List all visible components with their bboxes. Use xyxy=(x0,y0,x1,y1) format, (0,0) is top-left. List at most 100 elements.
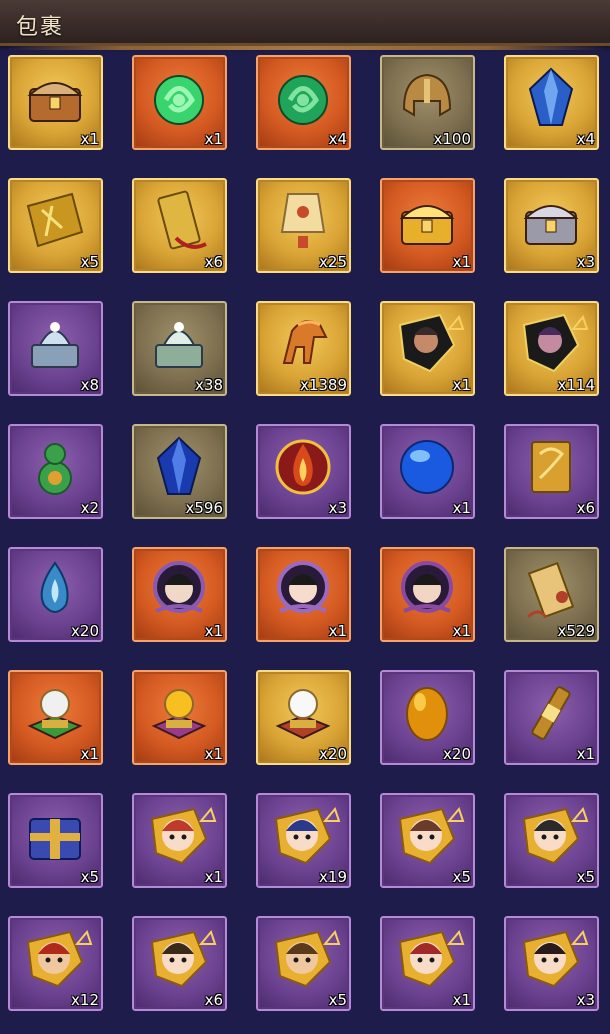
item-slot-green-gourd[interactable]: x2 xyxy=(8,424,103,519)
shard-marker-icon xyxy=(570,929,589,946)
shard-marker-icon xyxy=(322,929,341,946)
golden-dragon-chest-icon xyxy=(394,188,460,254)
orb-pedestal-portrait-icon xyxy=(22,680,88,746)
item-slot-orb-pedestal-gold[interactable]: x1 xyxy=(132,670,227,765)
sky-lantern-icon xyxy=(270,188,336,254)
item-slot-hero-shard-warrior[interactable]: x1 xyxy=(380,301,475,396)
item-count: x38 xyxy=(195,376,223,394)
item-count: x1 xyxy=(80,745,99,763)
blue-orb-icon xyxy=(394,434,460,500)
shard-marker-icon xyxy=(570,314,589,331)
item-slot-silver-beast-chest[interactable]: x3 xyxy=(504,178,599,273)
item-count: x3 xyxy=(576,991,595,1009)
item-slot-gold-scroll-fragment[interactable]: x5 xyxy=(8,178,103,273)
item-slot-chibi-hero-fragment-6[interactable]: x6 xyxy=(132,916,227,1011)
item-count: x3 xyxy=(576,253,595,271)
item-slot-gold-book[interactable]: x6 xyxy=(504,424,599,519)
item-slot-blue-gift-box[interactable]: x5 xyxy=(8,793,103,888)
green-jade-pendant-icon xyxy=(146,65,212,131)
item-slot-blue-spirit-flame[interactable]: x20 xyxy=(8,547,103,642)
silver-qilin-seal-icon xyxy=(22,311,88,377)
shard-marker-icon xyxy=(570,806,589,823)
item-count: x8 xyxy=(80,376,99,394)
treasure-chest-icon xyxy=(22,65,88,131)
item-count: x6 xyxy=(204,253,223,271)
item-count: x1389 xyxy=(299,376,347,394)
item-count: x1 xyxy=(204,868,223,886)
item-slot-orb-pedestal-portrait[interactable]: x1 xyxy=(8,670,103,765)
orb-pedestal-pearl-icon xyxy=(270,680,336,746)
item-count: x1 xyxy=(452,376,471,394)
item-slot-jade-ring[interactable]: x4 xyxy=(256,55,351,150)
jade-ring-icon xyxy=(270,65,336,131)
item-count: x20 xyxy=(71,622,99,640)
shard-marker-icon xyxy=(446,806,465,823)
gold-book-icon xyxy=(518,434,584,500)
item-slot-chibi-hero-fragment-2[interactable]: x19 xyxy=(256,793,351,888)
item-count: x5 xyxy=(576,868,595,886)
item-slot-chibi-hero-fragment-8[interactable]: x1 xyxy=(380,916,475,1011)
item-slot-chibi-hero-fragment-5[interactable]: x12 xyxy=(8,916,103,1011)
silver-beast-chest-icon xyxy=(518,188,584,254)
item-slot-flame-emblem[interactable]: x3 xyxy=(256,424,351,519)
item-slot-silver-qilin-seal[interactable]: x8 xyxy=(8,301,103,396)
item-slot-blue-orb[interactable]: x1 xyxy=(380,424,475,519)
item-count: x19 xyxy=(319,868,347,886)
item-count: x6 xyxy=(204,991,223,1009)
item-slot-jade-pearl-seal[interactable]: x38 xyxy=(132,301,227,396)
portrait-lady-1-icon xyxy=(146,557,212,623)
item-count: x1 xyxy=(452,991,471,1009)
item-slot-orb-pedestal-pearl[interactable]: x20 xyxy=(256,670,351,765)
item-count: x6 xyxy=(576,499,595,517)
item-slot-chibi-hero-fragment-4[interactable]: x5 xyxy=(504,793,599,888)
item-slot-gold-token[interactable]: x6 xyxy=(132,178,227,273)
item-slot-hero-shard-sorceress[interactable]: x114 xyxy=(504,301,599,396)
item-slot-golden-egg[interactable]: x20 xyxy=(380,670,475,765)
item-slot-chibi-hero-fragment-7[interactable]: x5 xyxy=(256,916,351,1011)
item-slot-treasure-chest[interactable]: x1 xyxy=(8,55,103,150)
decree-scroll-icon xyxy=(518,557,584,623)
item-count: x5 xyxy=(328,991,347,1009)
inventory-grid: x1 x1 x4 x100 x4 x5 x6 x25 x1 x3 x8 x38 x1389 x1 x114 x… xyxy=(0,0,610,1034)
item-slot-sky-lantern[interactable]: x25 xyxy=(256,178,351,273)
gold-horse-emblem-icon xyxy=(270,311,336,377)
item-count: x5 xyxy=(452,868,471,886)
item-slot-blue-crystal[interactable]: x4 xyxy=(504,55,599,150)
orb-pedestal-gold-icon xyxy=(146,680,212,746)
item-count: x1 xyxy=(328,622,347,640)
item-slot-chibi-hero-fragment-9[interactable]: x3 xyxy=(504,916,599,1011)
item-count: x529 xyxy=(557,622,595,640)
item-slot-decree-scroll[interactable]: x529 xyxy=(504,547,599,642)
item-count: x12 xyxy=(71,991,99,1009)
gold-scroll-fragment-icon xyxy=(22,188,88,254)
item-slot-bronze-helmet[interactable]: x100 xyxy=(380,55,475,150)
gold-token-icon xyxy=(146,188,212,254)
jade-pearl-seal-icon xyxy=(146,311,212,377)
item-slot-golden-dragon-chest[interactable]: x1 xyxy=(380,178,475,273)
item-slot-portrait-lady-2[interactable]: x1 xyxy=(256,547,351,642)
shard-marker-icon xyxy=(446,314,465,331)
item-slot-gold-horse-emblem[interactable]: x1389 xyxy=(256,301,351,396)
portrait-lady-3-icon xyxy=(394,557,460,623)
item-slot-portrait-lady-1[interactable]: x1 xyxy=(132,547,227,642)
item-count: x1 xyxy=(576,745,595,763)
item-count: x1 xyxy=(452,622,471,640)
shard-marker-icon xyxy=(322,806,341,823)
item-count: x1 xyxy=(452,253,471,271)
item-count: x20 xyxy=(319,745,347,763)
blue-crystal-icon xyxy=(518,65,584,131)
golden-egg-icon xyxy=(394,680,460,746)
item-count: x20 xyxy=(443,745,471,763)
item-slot-green-jade-pendant[interactable]: x1 xyxy=(132,55,227,150)
shard-marker-icon xyxy=(446,929,465,946)
green-gourd-icon xyxy=(22,434,88,500)
item-slot-command-scroll[interactable]: x1 xyxy=(504,670,599,765)
command-scroll-icon xyxy=(518,680,584,746)
item-slot-portrait-lady-3[interactable]: x1 xyxy=(380,547,475,642)
item-slot-chibi-hero-fragment-1[interactable]: x1 xyxy=(132,793,227,888)
item-count: x114 xyxy=(557,376,595,394)
item-count: x25 xyxy=(319,253,347,271)
item-slot-sapphire-crystal[interactable]: x596 xyxy=(132,424,227,519)
item-slot-chibi-hero-fragment-3[interactable]: x5 xyxy=(380,793,475,888)
sapphire-crystal-icon xyxy=(146,434,212,500)
